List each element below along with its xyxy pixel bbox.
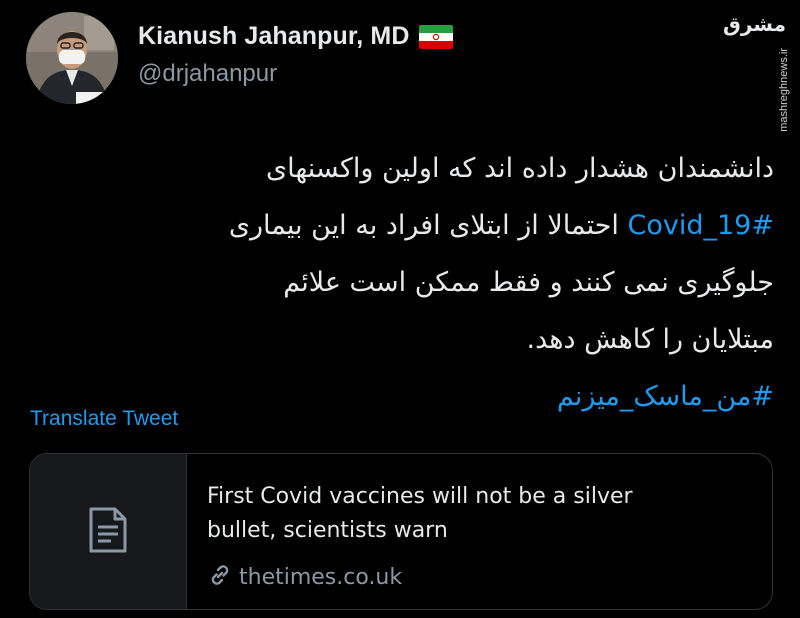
link-card-domain-row: thetimes.co.uk [207, 562, 772, 592]
watermark-url: mashreghnews.ir [778, 48, 790, 132]
hashtag-covid19-link[interactable]: #Covid_19 [628, 210, 774, 241]
tweet-line: مبتلایان را کاهش دهد. [526, 324, 774, 355]
tweet-line: #Covid_19 احتمالا از ابتلای افراد به این… [14, 197, 774, 254]
link-card[interactable]: First Covid vaccines will not be a silve… [29, 453, 773, 610]
link-card-thumbnail [30, 454, 187, 609]
link-card-title: First Covid vaccines will not be a silve… [207, 484, 633, 543]
author-handle[interactable]: @drjahanpur [138, 60, 277, 88]
watermark-logo: مشرق [722, 12, 786, 36]
watermark: مشرق mashreghnews.ir [723, 8, 790, 132]
tweet-line: دانشمندان هشدار داده اند که اولین واکسنه… [265, 153, 774, 184]
document-icon [85, 505, 131, 559]
author-name-row[interactable]: Kianush Jahanpur, MD [138, 22, 454, 51]
translate-tweet-link[interactable]: Translate Tweet [30, 407, 178, 431]
link-icon [207, 562, 233, 592]
tweet-line: جلوگیری نمی کنند و فقط ممکن است علائم [283, 267, 774, 298]
tweet-line-text: احتمالا از ابتلای افراد به این بیماری [228, 210, 619, 241]
avatar[interactable] [26, 12, 118, 104]
link-card-domain: thetimes.co.uk [239, 564, 403, 590]
iran-flag-icon [419, 24, 454, 49]
link-card-body: First Covid vaccines will not be a silve… [187, 454, 772, 609]
tweet-text: دانشمندان هشدار داده اند که اولین واکسنه… [14, 140, 774, 425]
tweet-screenshot: Kianush Jahanpur, MD @drjahanpur مشرق ma… [0, 0, 800, 618]
display-name[interactable]: Kianush Jahanpur, MD [138, 22, 409, 51]
